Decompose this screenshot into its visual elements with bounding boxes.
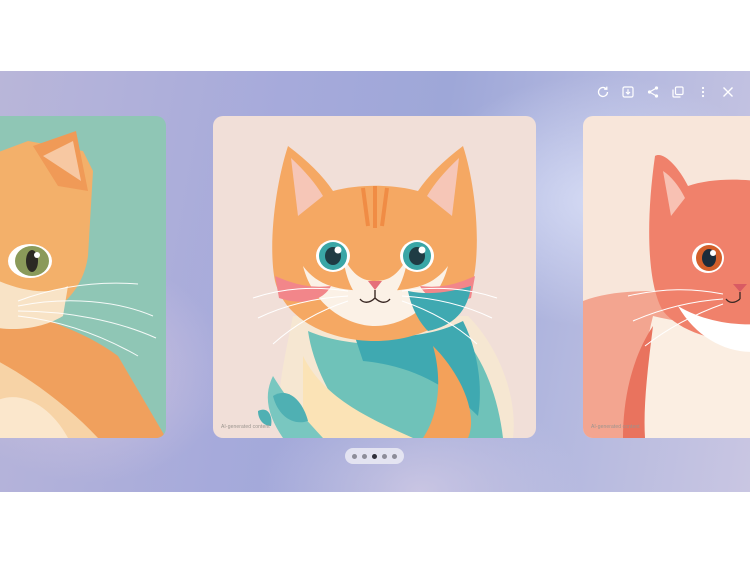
carousel-image-previous[interactable] bbox=[0, 116, 166, 438]
cat-illustration-center bbox=[213, 116, 536, 438]
close-icon bbox=[722, 87, 733, 97]
carousel-image-next[interactable]: AI-generated content bbox=[583, 116, 750, 438]
pager-dot-4[interactable] bbox=[382, 453, 387, 459]
pager-dot-1[interactable] bbox=[352, 453, 357, 459]
carousel-image-current[interactable]: AI-generated content bbox=[213, 116, 536, 438]
copy-icon bbox=[671, 86, 684, 98]
cat-illustration-right bbox=[583, 116, 750, 438]
more-vertical-icon bbox=[701, 86, 704, 98]
pager-dot-2[interactable] bbox=[362, 453, 367, 459]
share-icon bbox=[647, 86, 658, 98]
refresh-button[interactable] bbox=[590, 81, 615, 103]
ai-generated-watermark-right: AI-generated content bbox=[591, 424, 640, 430]
ai-generated-watermark: AI-generated content bbox=[221, 424, 270, 430]
viewer-toolbar bbox=[590, 81, 740, 103]
pager-dot-5[interactable] bbox=[392, 453, 397, 459]
download-button[interactable] bbox=[615, 81, 640, 103]
refresh-icon bbox=[597, 86, 608, 98]
download-icon bbox=[621, 86, 634, 98]
image-viewer: AI-generated content AI-generated conten… bbox=[0, 71, 750, 492]
pager-dot-3-active[interactable] bbox=[372, 453, 377, 459]
more-options-button[interactable] bbox=[690, 81, 715, 103]
share-button[interactable] bbox=[640, 81, 665, 103]
close-button[interactable] bbox=[715, 81, 740, 103]
cat-illustration-left bbox=[0, 116, 166, 438]
copy-button[interactable] bbox=[665, 81, 690, 103]
carousel-pager bbox=[345, 448, 404, 464]
